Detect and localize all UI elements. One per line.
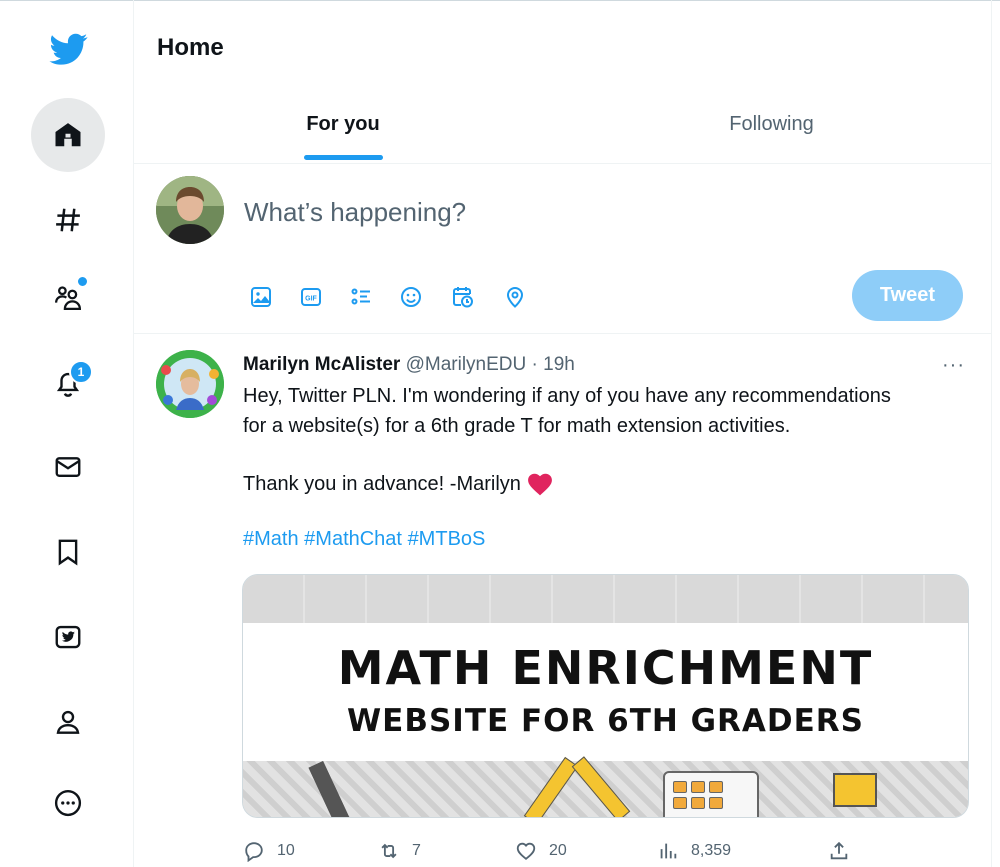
reply-icon (245, 842, 263, 862)
hashtag-link[interactable]: #MTBoS (408, 528, 486, 550)
view-count: 8,359 (691, 842, 732, 859)
tweet-composer: GIF Tweet (134, 164, 991, 334)
nav-notifications[interactable]: 1 (31, 346, 105, 420)
tab-following-label: Following (729, 113, 814, 135)
nav-messages[interactable] (31, 430, 105, 504)
twitter-logo-icon[interactable] (48, 30, 90, 68)
nav-more[interactable] (31, 766, 105, 840)
calc-key (709, 797, 723, 809)
bookmark-icon (58, 539, 78, 566)
hashtag-link[interactable]: #MathChat (304, 528, 402, 550)
nav-bookmarks[interactable] (31, 515, 105, 589)
profile-icon (56, 710, 80, 734)
media-title: MATH ENRICHMENT (337, 641, 874, 695)
tweet-author-handle[interactable]: @MarilynEDU (406, 354, 527, 375)
tweet-button[interactable]: Tweet (852, 270, 963, 321)
tweet-media-image[interactable]: MATH ENRICHMENT WEBSITE FOR 6TH GRADERS (242, 574, 969, 818)
tweet-author-avatar[interactable] (156, 350, 224, 418)
composer-avatar[interactable] (156, 176, 224, 244)
emoji-icon[interactable] (396, 282, 426, 312)
page-title: Home (157, 34, 224, 61)
timeline-tabs: For you Following (134, 92, 991, 164)
media-subtitle: WEBSITE FOR 6TH GRADERS (346, 703, 865, 739)
location-icon[interactable] (500, 282, 530, 312)
reply-button[interactable]: 10 (243, 836, 295, 866)
communities-dot (76, 275, 89, 288)
share-button[interactable] (828, 836, 862, 866)
reply-count: 10 (277, 842, 295, 859)
schedule-icon[interactable] (448, 282, 478, 312)
twitter-blue-icon (55, 625, 81, 649)
gif-icon[interactable]: GIF (296, 282, 326, 312)
nav-home[interactable] (31, 98, 105, 172)
main-column: Home For you Following GIF (133, 0, 992, 867)
nav-explore[interactable] (31, 183, 105, 257)
composer-input[interactable] (242, 196, 846, 229)
mail-icon (55, 457, 81, 477)
tweet-text-line-3-row: Thank you in advance! -Marilyn (243, 472, 553, 496)
tab-following[interactable]: Following (552, 92, 991, 163)
tweet-separator: · (531, 354, 538, 375)
poll-icon[interactable] (346, 282, 376, 312)
nav-communities[interactable] (31, 260, 105, 334)
like-count: 20 (549, 842, 567, 859)
retweet-count: 7 (412, 842, 421, 859)
nav-profile[interactable] (31, 685, 105, 759)
calc-key (673, 781, 687, 793)
calc-key (673, 797, 687, 809)
image-icon[interactable] (246, 282, 276, 312)
tweet-text-line-1: Hey, Twitter PLN. I'm wondering if any o… (243, 385, 891, 407)
home-icon (55, 123, 81, 147)
tab-active-indicator (304, 155, 383, 160)
media-calculator-illustration (663, 771, 759, 817)
media-sticky-note-illustration (833, 773, 877, 807)
tweet[interactable]: Marilyn McAlister @MarilynEDU · 19h ··· … (134, 334, 991, 867)
retweet-button[interactable]: 7 (378, 836, 421, 866)
media-wall-background (243, 575, 968, 623)
calc-key (691, 797, 705, 809)
like-button[interactable]: 20 (515, 836, 567, 866)
tweet-text-line-3: Thank you in advance! -Marilyn (243, 472, 521, 495)
tweet-author-name[interactable]: Marilyn McAlister (243, 354, 400, 375)
heart-emoji-icon (528, 473, 552, 496)
tweet-more-icon[interactable]: ··· (942, 354, 965, 377)
tweet-actions: 10 7 20 8,359 (243, 836, 963, 866)
notification-badge: 1 (69, 360, 93, 384)
tweet-timestamp[interactable]: 19h (543, 354, 575, 375)
more-icon (54, 789, 82, 817)
retweet-icon (381, 843, 397, 859)
views-button[interactable]: 8,359 (657, 836, 731, 866)
tweet-header: Marilyn McAlister @MarilynEDU · 19h (243, 354, 575, 376)
tab-for-you[interactable]: For you (134, 92, 552, 163)
sidebar: 1 (0, 0, 133, 867)
hashtag-link[interactable]: #Math (243, 528, 299, 550)
views-icon (660, 843, 677, 859)
like-icon (516, 842, 536, 860)
calc-key (691, 781, 705, 793)
hashtag-icon (56, 208, 80, 232)
tweet-hashtags: #Math #MathChat #MTBoS (243, 528, 485, 551)
tab-for-you-label: For you (306, 113, 380, 135)
svg-text:GIF: GIF (305, 296, 317, 303)
tweet-text-line-2: for a website(s) for a 6th grade T for m… (243, 415, 791, 437)
nav-twitter-blue[interactable] (31, 600, 105, 674)
share-icon (830, 841, 848, 860)
calc-key (709, 781, 723, 793)
